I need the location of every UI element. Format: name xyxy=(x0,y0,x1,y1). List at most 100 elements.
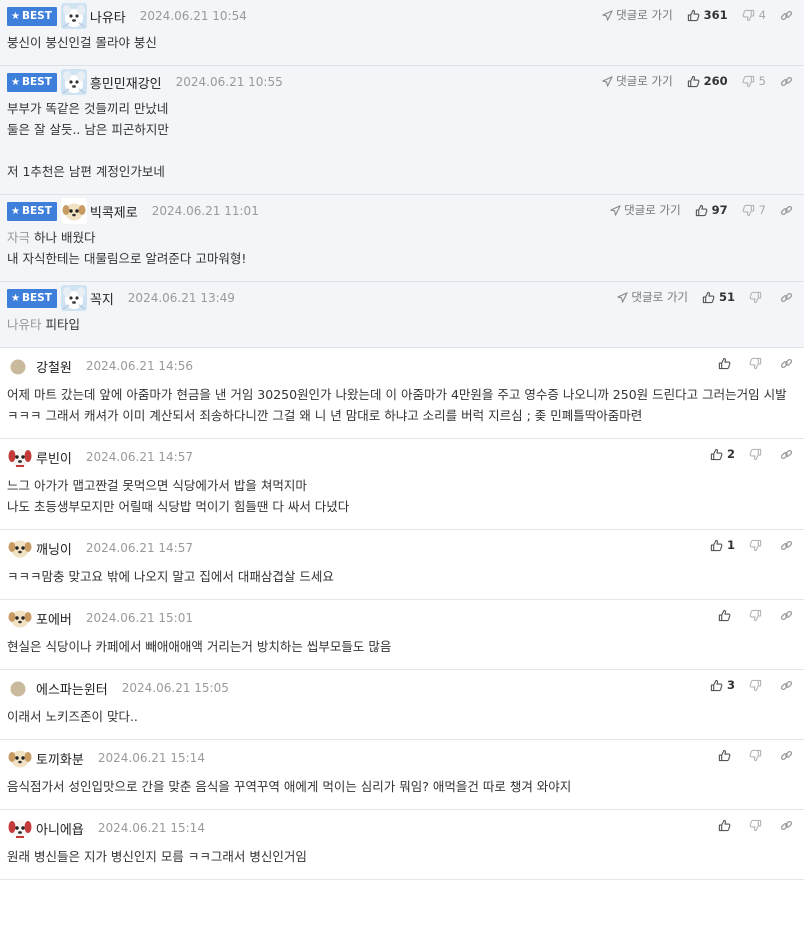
nickname[interactable]: 깨닝이 xyxy=(36,539,72,558)
downvote-button[interactable] xyxy=(749,291,766,304)
comment-body-text: 하나 배웠다 내 자식한테는 대물림으로 알려준다 고마워형! xyxy=(7,230,247,266)
nickname[interactable]: 토끼화분 xyxy=(36,749,84,768)
avatar[interactable] xyxy=(60,285,87,311)
nickname[interactable]: 꼭지 xyxy=(90,289,114,308)
share-link-button[interactable] xyxy=(780,291,793,304)
reply-link[interactable]: 댓글로 가기 xyxy=(602,7,673,23)
upvote-button[interactable] xyxy=(718,819,735,832)
comment-item: ★ BEST 흥민민재강인 2024.06.21 10:55 댓글로 가기 26… xyxy=(0,66,804,195)
comment-item: ★ BEST 빅콕제로 2024.06.21 11:01 댓글로 가기 97 7 xyxy=(0,195,804,282)
avatar[interactable] xyxy=(7,605,33,631)
link-icon xyxy=(780,820,793,830)
share-link-button[interactable] xyxy=(780,357,793,370)
link-icon xyxy=(780,292,793,302)
share-link-button[interactable] xyxy=(780,539,793,552)
share-link-button[interactable] xyxy=(780,609,793,622)
comment-body-text: ㅋㅋㅋ맘충 맞고요 밖에 나오지 말고 집에서 대패삼겹살 드세요 xyxy=(7,569,334,584)
mention[interactable]: 나유타 xyxy=(7,317,42,332)
downvote-button[interactable]: 7 xyxy=(742,203,766,217)
upvote-count: 361 xyxy=(703,8,728,22)
avatar[interactable] xyxy=(7,353,33,379)
thumbs-down-icon xyxy=(749,749,762,761)
upvote-button[interactable] xyxy=(718,749,735,762)
reply-arrow-icon xyxy=(602,9,613,21)
downvote-button[interactable]: 5 xyxy=(742,74,766,88)
share-link-button[interactable] xyxy=(780,9,793,22)
share-link-button[interactable] xyxy=(780,679,793,692)
mention[interactable]: 자극 xyxy=(7,230,30,245)
share-link-button[interactable] xyxy=(780,819,793,832)
upvote-count: 51 xyxy=(718,290,735,304)
share-link-button[interactable] xyxy=(780,448,793,461)
avatar[interactable] xyxy=(60,3,87,29)
comment-actions: 댓글로 가기 361 4 xyxy=(602,0,793,30)
thumbs-down-icon xyxy=(749,539,762,551)
comment-body-text: 어제 마트 갔는데 앞에 아줌마가 현금을 낸 거임 30250원인가 나왔는데… xyxy=(7,387,791,423)
upvote-button[interactable]: 2 xyxy=(710,447,735,461)
upvote-button[interactable]: 260 xyxy=(687,74,728,88)
link-icon xyxy=(780,76,793,86)
downvote-button[interactable] xyxy=(749,448,766,461)
downvote-count: 7 xyxy=(758,203,766,217)
upvote-button[interactable]: 51 xyxy=(702,290,735,304)
avatar[interactable] xyxy=(60,198,87,224)
comment-item: 깨닝이 2024.06.21 14:57 1 ㅋㅋㅋ맘충 맞고요 밖에 나오지 … xyxy=(0,530,804,600)
share-link-button[interactable] xyxy=(780,749,793,762)
avatar[interactable] xyxy=(7,535,33,561)
comment-body-text: 붕신이 붕신인걸 몰라야 붕신 xyxy=(7,35,157,50)
thumbs-up-icon xyxy=(710,539,723,551)
link-icon xyxy=(780,449,793,459)
share-link-button[interactable] xyxy=(780,75,793,88)
best-badge-label: BEST xyxy=(21,10,52,22)
avatar[interactable] xyxy=(7,745,33,771)
upvote-button[interactable]: 361 xyxy=(687,8,728,22)
comment-list: ★ BEST 나유타 2024.06.21 10:54 댓글로 가기 361 4 xyxy=(0,0,804,880)
best-badge-label: BEST xyxy=(21,76,52,88)
nickname[interactable]: 나유타 xyxy=(90,7,126,26)
upvote-button[interactable]: 1 xyxy=(710,538,735,552)
best-badge: ★ BEST xyxy=(7,201,57,221)
thumbs-down-icon xyxy=(749,609,762,621)
avatar[interactable] xyxy=(7,444,33,470)
avatar[interactable] xyxy=(60,69,87,95)
thumbs-up-icon xyxy=(718,609,731,621)
avatar[interactable] xyxy=(7,675,33,701)
nickname[interactable]: 흥민민재강인 xyxy=(90,73,162,92)
downvote-button[interactable] xyxy=(749,539,766,552)
reply-arrow-icon xyxy=(617,291,629,303)
downvote-button[interactable]: 4 xyxy=(742,8,766,22)
avatar[interactable] xyxy=(7,815,33,841)
nickname[interactable]: 빅콕제로 xyxy=(90,202,138,221)
link-icon xyxy=(780,540,793,550)
comment-text: 자극 하나 배웠다 내 자식한테는 대물림으로 알려준다 고마워형! xyxy=(7,227,797,281)
upvote-button[interactable] xyxy=(718,609,735,622)
share-link-button[interactable] xyxy=(780,204,793,217)
upvote-button[interactable] xyxy=(718,357,735,370)
nickname[interactable]: 포에버 xyxy=(36,609,72,628)
upvote-button[interactable]: 3 xyxy=(710,678,735,692)
comment-text: 원래 병신들은 지가 병신인지 모름 ㅋㅋ그래서 병신인거임 xyxy=(7,846,797,879)
downvote-button[interactable] xyxy=(749,357,766,370)
comment-header: ★ BEST 나유타 2024.06.21 10:54 댓글로 가기 361 4 xyxy=(7,0,797,32)
comment-date: 2024.06.21 15:14 xyxy=(97,751,205,765)
downvote-button[interactable] xyxy=(749,749,766,762)
link-icon xyxy=(780,205,793,215)
thumbs-up-icon xyxy=(718,749,731,761)
comment-body-text: 피타입 xyxy=(41,317,80,332)
downvote-button[interactable] xyxy=(749,609,766,622)
downvote-button[interactable] xyxy=(749,679,766,692)
nickname[interactable]: 강철원 xyxy=(36,357,72,376)
nickname[interactable]: 에스파는윈터 xyxy=(36,679,108,698)
downvote-button[interactable] xyxy=(749,819,766,832)
nickname[interactable]: 아니에욥 xyxy=(36,819,84,838)
upvote-count: 1 xyxy=(726,538,735,552)
reply-link[interactable]: 댓글로 가기 xyxy=(610,202,681,218)
comment-text: 어제 마트 갔는데 앞에 아줌마가 현금을 낸 거임 30250원인가 나왔는데… xyxy=(7,384,797,438)
comment-date: 2024.06.21 10:54 xyxy=(139,9,247,23)
upvote-button[interactable]: 97 xyxy=(695,203,728,217)
reply-link[interactable]: 댓글로 가기 xyxy=(617,289,688,305)
reply-link[interactable]: 댓글로 가기 xyxy=(602,73,673,89)
nickname[interactable]: 루빈이 xyxy=(36,448,72,467)
best-badge: ★ BEST xyxy=(7,6,57,26)
thumbs-down-icon xyxy=(749,291,762,303)
